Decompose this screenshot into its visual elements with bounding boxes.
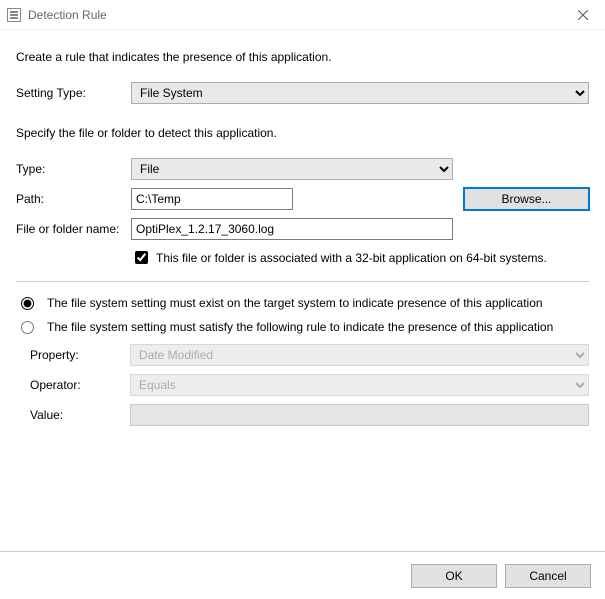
property-row: Property: Date Modified [30, 344, 589, 366]
button-bar: OK Cancel [0, 551, 605, 599]
rule-subform: Property: Date Modified Operator: Equals… [30, 344, 589, 426]
setting-type-row: Setting Type: File System [16, 82, 589, 104]
operator-row: Operator: Equals [30, 374, 589, 396]
setting-type-label: Setting Type: [16, 86, 131, 100]
close-button[interactable] [560, 0, 605, 30]
separator [16, 281, 589, 282]
value-row: Value: [30, 404, 589, 426]
radio-must-exist-label: The file system setting must exist on th… [47, 296, 543, 310]
property-select: Date Modified [130, 344, 589, 366]
operator-select: Equals [130, 374, 589, 396]
intro-text: Create a rule that indicates the presenc… [16, 50, 589, 64]
value-label: Value: [30, 408, 130, 422]
file-name-label: File or folder name: [16, 222, 131, 236]
type-row: Type: File [16, 158, 589, 180]
type-select[interactable]: File [131, 158, 453, 180]
assoc32-label: This file or folder is associated with a… [156, 251, 547, 265]
window-title: Detection Rule [28, 8, 107, 22]
radio-must-satisfy-label: The file system setting must satisfy the… [47, 320, 553, 334]
titlebar: Detection Rule [0, 0, 605, 30]
ok-button[interactable]: OK [411, 564, 497, 588]
dialog-content: Create a rule that indicates the presenc… [0, 30, 605, 426]
browse-button[interactable]: Browse... [464, 188, 589, 210]
file-name-row: File or folder name: [16, 218, 589, 240]
close-icon [578, 10, 588, 20]
operator-label: Operator: [30, 378, 130, 392]
assoc32-row: This file or folder is associated with a… [131, 248, 589, 267]
radio-must-exist[interactable] [21, 297, 34, 310]
app-icon [6, 7, 22, 23]
cancel-button[interactable]: Cancel [505, 564, 591, 588]
radio-must-exist-row: The file system setting must exist on th… [16, 296, 589, 310]
path-label: Path: [16, 192, 131, 206]
assoc32-checkbox[interactable] [135, 251, 148, 264]
path-row: Path: Browse... [16, 188, 589, 210]
path-input[interactable] [131, 188, 293, 210]
radio-must-satisfy[interactable] [21, 321, 34, 334]
setting-type-select[interactable]: File System [131, 82, 589, 104]
radio-must-satisfy-row: The file system setting must satisfy the… [16, 320, 589, 334]
file-name-input[interactable] [131, 218, 453, 240]
type-label: Type: [16, 162, 131, 176]
property-label: Property: [30, 348, 130, 362]
specify-text: Specify the file or folder to detect thi… [16, 126, 589, 140]
value-input [130, 404, 589, 426]
